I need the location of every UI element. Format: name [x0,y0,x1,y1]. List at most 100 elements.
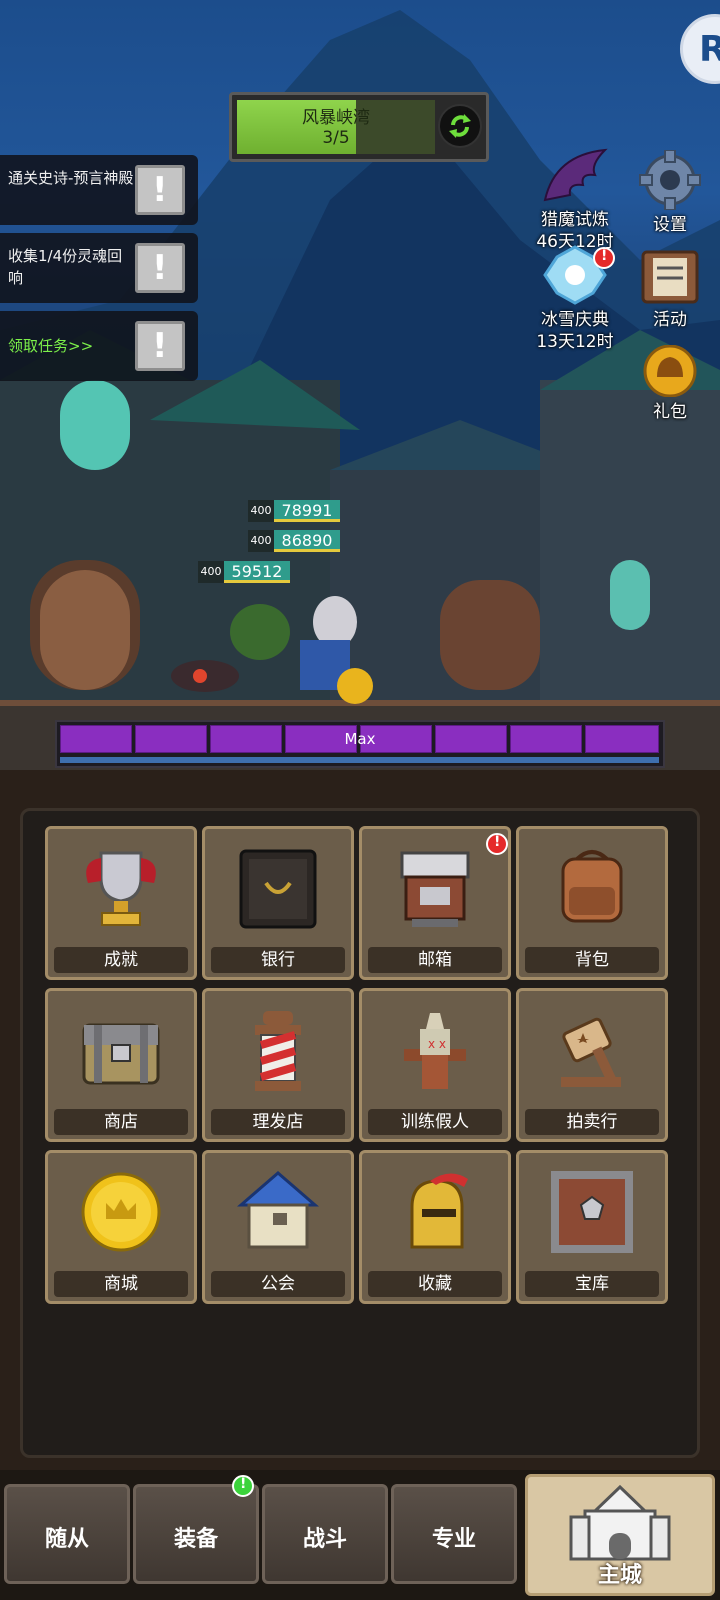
zone-switch-button[interactable] [438,104,482,148]
quest-action-button[interactable]: ! [135,165,185,215]
menu-label: 邮箱 [368,947,502,973]
activity-label: 活动 [653,310,687,330]
helmet-coin-icon [643,344,697,398]
demon-trial-event[interactable]: 猎魔试炼 46天12时 [525,145,625,253]
menu-label: 理发店 [211,1109,345,1135]
party-power-1: 400 78991 [248,500,340,522]
max-experience-bar: Max [55,720,665,768]
menu-vault[interactable]: 宝库 [516,1150,668,1304]
scroll-notice-icon [641,250,699,304]
party-power: 78991 [274,500,340,522]
auction-hammer-icon [561,1017,621,1087]
helmet-icon [410,1173,468,1249]
party-power: 59512 [224,561,290,583]
party-power-2: 400 86890 [248,530,340,552]
activity-button[interactable]: 活动 [625,250,715,331]
zone-name: 风暴峡湾 [302,108,370,128]
quest-item-1[interactable]: 通关史诗-预言神殿 ! [0,155,198,225]
nav-equipment[interactable]: ! 装备 [133,1475,259,1584]
menu-collection[interactable]: 收藏 [359,1150,511,1304]
equipment-badge: ! [232,1475,254,1497]
city-menu-panel: 成就 银行 ! 邮箱 背包 商店 理发店 x x 训练假人 拍卖行 商城 公会 … [20,808,700,1458]
gold-coin-icon [81,1172,161,1252]
menu-mailbox[interactable]: ! 邮箱 [359,826,511,980]
snow-festival-timer: 13天12时 [536,332,614,352]
mailbox-icon [400,851,470,927]
nav-followers[interactable]: 随从 [4,1484,130,1584]
party-level: 400 [248,500,274,522]
nav-label: 战斗 [302,1527,347,1552]
mailbox-badge: ! [486,833,508,855]
settings-button[interactable]: 设置 [625,149,715,236]
menu-label: 收藏 [368,1271,502,1297]
backpack-icon [561,850,623,923]
menu-mall[interactable]: 商城 [45,1150,197,1304]
quest-action-button[interactable]: ! [135,243,185,293]
quest-text: 领取任务>> [8,337,94,355]
vault-icon [551,1171,633,1253]
menu-backpack[interactable]: 背包 [516,826,668,980]
exclamation-icon: ! [152,326,168,366]
menu-achievements[interactable]: 成就 [45,826,197,980]
exclamation-icon: ! [152,170,168,210]
nav-profession[interactable]: 专业 [391,1484,517,1584]
chest-icon [82,1023,160,1085]
party-level: 400 [198,561,224,583]
guild-house-icon [236,1171,320,1249]
menu-bank[interactable]: 银行 [202,826,354,980]
menu-training-dummy[interactable]: x x 训练假人 [359,988,511,1142]
nav-label: 专业 [431,1527,476,1552]
nav-label: 装备 [173,1527,218,1552]
quest-item-3[interactable]: 领取任务>> ! [0,311,198,381]
menu-label: 背包 [525,947,659,973]
bank-safe-icon [239,849,317,929]
nav-label: 随从 [44,1527,89,1552]
gift-pack-label: 礼包 [653,402,687,422]
quest-item-2[interactable]: 收集1/4份灵魂回响 ! [0,233,198,303]
bottom-navigation: 随从 ! 装备 战斗 专业 主城 [0,1470,720,1600]
quest-text: 收集1/4份灵魂回响 [8,247,123,287]
menu-label: 商城 [54,1271,188,1297]
gift-pack-button[interactable]: 礼包 [625,344,715,423]
menu-label: 公会 [211,1271,345,1297]
nav-label: 主城 [597,1563,642,1588]
nav-main-city[interactable]: 主城 [525,1474,715,1596]
training-dummy-icon: x x [404,1013,466,1089]
quest-action-button[interactable]: ! [135,321,185,371]
menu-label: 成就 [54,947,188,973]
barber-pole-icon [255,1011,301,1091]
snow-festival-label: 冰雪庆典 [541,310,609,330]
menu-label: 训练假人 [368,1109,502,1135]
svg-text:x x: x x [428,1037,446,1051]
nav-battle[interactable]: 战斗 [262,1484,388,1584]
menu-guild[interactable]: 公会 [202,1150,354,1304]
demon-trial-label: 猎魔试炼 [541,210,609,230]
settings-label: 设置 [653,215,687,235]
bat-wing-icon [543,148,608,202]
exclamation-icon: ! [152,248,168,288]
snow-festival-event[interactable]: ! 冰雪庆典 13天12时 [525,245,625,353]
menu-barber[interactable]: 理发店 [202,988,354,1142]
menu-label: 银行 [211,947,345,973]
menu-auction-house[interactable]: 拍卖行 [516,988,668,1142]
refresh-icon [449,114,471,138]
quest-text: 通关史诗-预言神殿 [8,169,134,187]
party-power-3: 400 59512 [198,561,290,583]
snow-festival-badge: ! [593,247,615,269]
max-bar-label: Max [344,730,376,748]
gear-icon [639,149,701,211]
party-level: 400 [248,530,274,552]
menu-label: 商店 [54,1109,188,1135]
party-power: 86890 [274,530,340,552]
menu-label: 拍卖行 [525,1109,659,1135]
corner-logo-icon: R [699,29,720,70]
menu-label: 宝库 [525,1271,659,1297]
castle-icon [569,1484,671,1561]
zone-progress-text: 3/5 [322,128,350,148]
menu-shop[interactable]: 商店 [45,988,197,1142]
city-menu-area: 成就 银行 ! 邮箱 背包 商店 理发店 x x 训练假人 拍卖行 商城 公会 … [0,770,720,1470]
zone-progress-panel[interactable]: 风暴峡湾 3/5 [229,92,489,162]
trophy-icon [86,851,156,926]
battle-scene: R 风暴峡湾 3/5 通关史诗-预言神殿 ! 收集1/4份灵魂回响 ! 领取任务… [0,0,720,770]
max-bar-sub-track [60,757,659,763]
